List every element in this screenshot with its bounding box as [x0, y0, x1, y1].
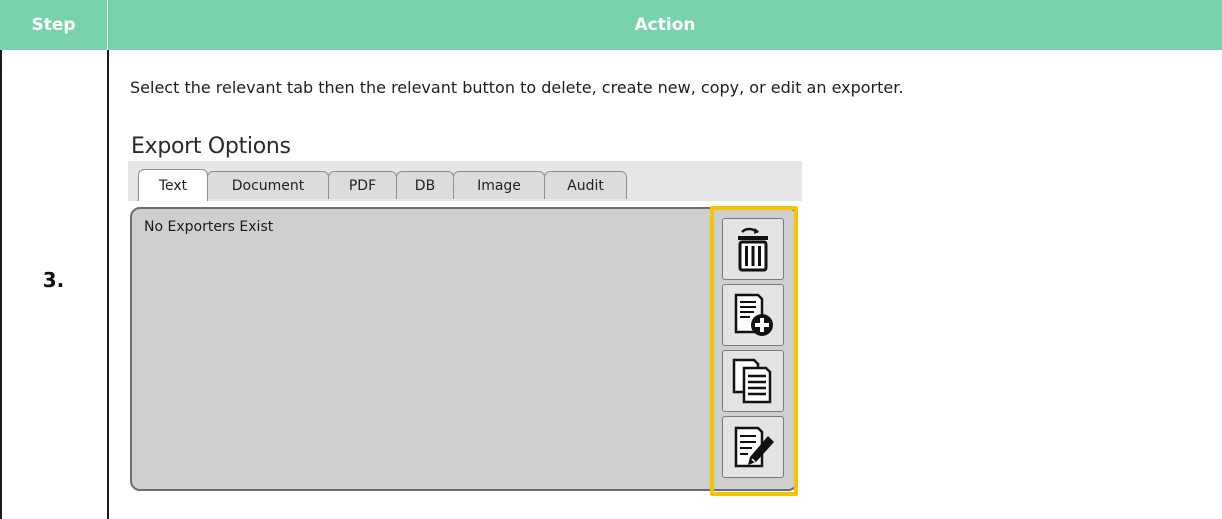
- delete-exporter-button[interactable]: [722, 218, 784, 280]
- tab-pdf[interactable]: PDF: [328, 171, 397, 199]
- instruction-text: Select the relevant tab then the relevan…: [130, 78, 904, 97]
- tab-db[interactable]: DB: [396, 171, 454, 199]
- export-options-screenshot: Export Options Text Document PDF DB Imag…: [128, 130, 802, 497]
- copy-document-icon: [732, 358, 772, 404]
- button-highlight-box: [710, 206, 798, 496]
- edit-document-icon: [734, 426, 774, 468]
- new-exporter-button[interactable]: [722, 284, 784, 346]
- edit-exporter-button[interactable]: [722, 416, 784, 478]
- delete-icon: [738, 227, 768, 272]
- step-number: 3.: [42, 268, 65, 292]
- header-action: Action: [108, 0, 1222, 50]
- tab-document[interactable]: Document: [207, 171, 329, 199]
- export-options-title: Export Options: [131, 134, 291, 159]
- no-exporters-message: No Exporters Exist: [144, 219, 274, 235]
- tab-image[interactable]: Image: [453, 171, 545, 199]
- tab-audit[interactable]: Audit: [544, 171, 627, 199]
- header-step: Step: [0, 0, 107, 50]
- column-divider: [107, 50, 109, 519]
- copy-exporter-button[interactable]: [722, 350, 784, 412]
- tab-text[interactable]: Text: [138, 169, 208, 201]
- exporters-panel: No Exporters Exist: [130, 207, 798, 491]
- step-table: Step Action 3. Select the relevant tab t…: [0, 0, 1222, 519]
- tab-strip: Text Document PDF DB Image Audit: [128, 161, 802, 201]
- new-document-icon: [734, 293, 773, 336]
